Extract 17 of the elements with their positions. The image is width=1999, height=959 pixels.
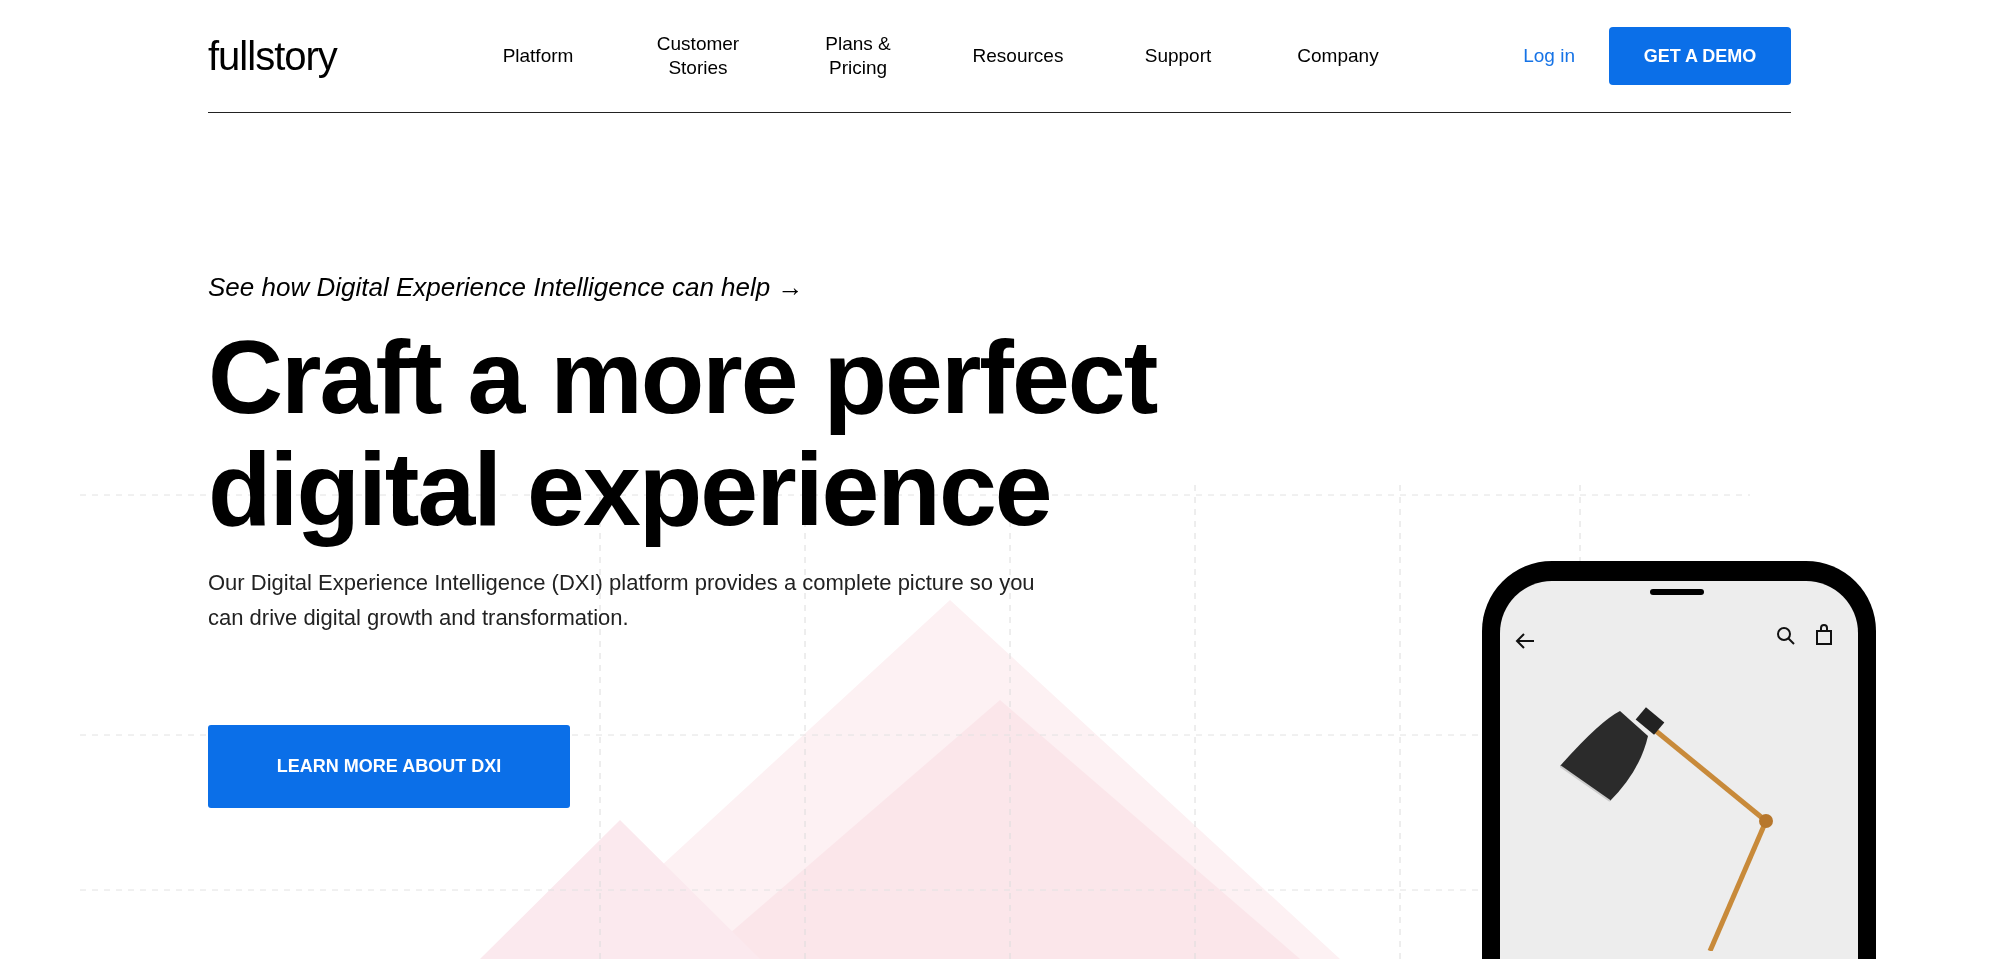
speaker-notch <box>1650 589 1704 595</box>
nav-link[interactable]: Customer Stories <box>618 32 778 80</box>
nav-link[interactable]: Plans & Pricing <box>778 32 938 80</box>
tagline-link[interactable]: See how Digital Experience Intelligence can help → <box>208 268 1157 307</box>
nav-link[interactable]: Resources <box>938 44 1098 68</box>
login-link[interactable]: Log in <box>1523 41 1575 71</box>
back-arrow-icon <box>1514 631 1536 651</box>
nav-link[interactable]: Company <box>1258 44 1418 68</box>
nav-link[interactable]: Support <box>1098 44 1258 68</box>
hero-heading: Craft a more perfect <box>208 321 1157 433</box>
demo-button[interactable]: GET A DEMO <box>1609 27 1791 85</box>
nav-link[interactable]: Platform <box>458 44 618 68</box>
logo[interactable]: fullstory <box>208 36 458 76</box>
hero-description: Our Digital Experience Intelligence (DXI) platform provides a complete picture so you can drive digital growth and transformation. <box>208 569 1036 632</box>
learn-more-button[interactable]: LEARN MORE ABOUT DXI <box>208 725 570 808</box>
search-icon <box>1776 626 1796 646</box>
shopping-bag-icon <box>1815 624 1833 646</box>
